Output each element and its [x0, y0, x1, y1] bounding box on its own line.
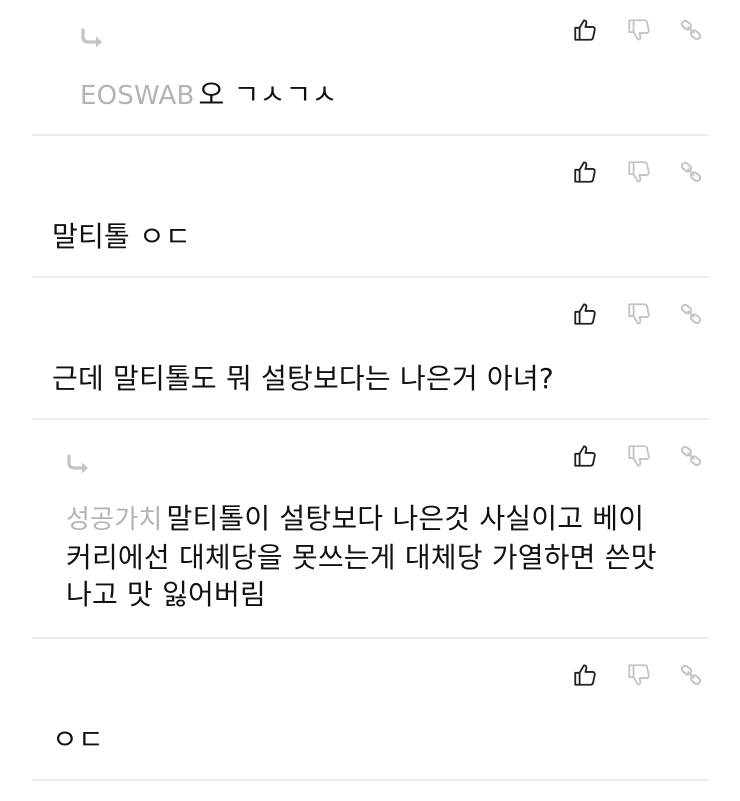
comment-body: 성공가치 말티톨이 설탕보다 나은것 사실이고 베이커리에선 대체당을 못쓰는게 … [66, 500, 669, 613]
link-icon[interactable] [677, 158, 705, 186]
comment-item: 근데 말티톨도 뭐 설탕보다는 나은거 아녀? [32, 278, 709, 420]
comment-actions [569, 661, 709, 691]
thumbs-up-icon[interactable] [571, 158, 599, 186]
link-icon[interactable] [677, 16, 705, 44]
comment-text: 오 ㄱㅅㄱㅅ [198, 78, 338, 111]
comment-item: 말티톨 ㅇㄷ [32, 136, 709, 278]
reply-arrow-icon [80, 28, 108, 50]
comment-item: 성공가치 말티톨이 설탕보다 나은것 사실이고 베이커리에선 대체당을 못쓰는게 … [32, 420, 709, 639]
thumbs-down-icon[interactable] [625, 158, 653, 186]
comment-actions [569, 442, 709, 472]
thumbs-down-icon[interactable] [625, 442, 653, 470]
thumbs-down-icon[interactable] [625, 661, 653, 689]
comment-text: 말티톨 ㅇㄷ [52, 220, 191, 253]
link-icon[interactable] [677, 300, 705, 328]
comment-actions [569, 300, 709, 330]
thumbs-down-icon[interactable] [625, 300, 653, 328]
comment-body: 말티톨 ㅇㄷ [52, 218, 679, 255]
comment-text: 근데 말티톨도 뭐 설탕보다는 나은거 아녀? [52, 362, 554, 395]
comment-item: EOSWAB 오 ㄱㅅㄱㅅ [32, 0, 709, 136]
comment-author[interactable]: EOSWAB [80, 81, 195, 111]
thumbs-up-icon[interactable] [571, 16, 599, 44]
thumbs-up-icon[interactable] [571, 661, 599, 689]
thumbs-down-icon[interactable] [625, 16, 653, 44]
comment-actions [569, 16, 709, 46]
link-icon[interactable] [677, 442, 705, 470]
thumbs-up-icon[interactable] [571, 442, 599, 470]
comment-body: EOSWAB 오 ㄱㅅㄱㅅ [80, 76, 679, 115]
comment-actions [569, 158, 709, 188]
link-icon[interactable] [677, 661, 705, 689]
comment-item: ㅇㄷ [32, 639, 709, 781]
comment-author[interactable]: 성공가치 [66, 505, 162, 535]
reply-arrow-icon [66, 454, 94, 476]
thumbs-up-icon[interactable] [571, 300, 599, 328]
comment-body: 근데 말티톨도 뭐 설탕보다는 나은거 아녀? [52, 360, 679, 397]
comment-text: ㅇㄷ [52, 723, 104, 756]
comment-body: ㅇㄷ [52, 721, 679, 758]
